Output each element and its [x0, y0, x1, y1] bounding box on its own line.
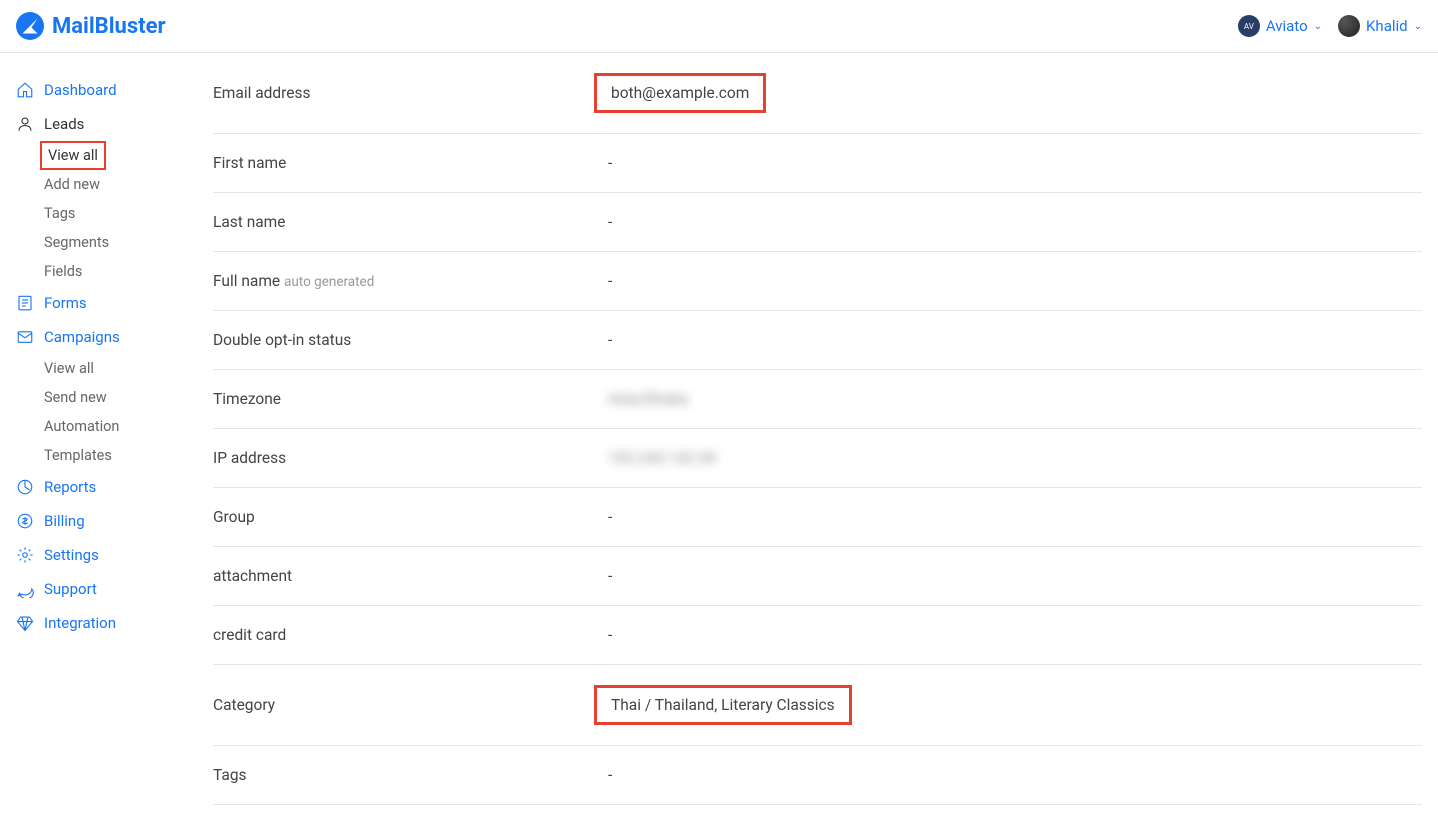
nav-dashboard[interactable]: Dashboard	[12, 73, 173, 107]
nav-settings[interactable]: Settings	[12, 538, 173, 572]
chart-icon	[16, 478, 34, 496]
label-last-name: Last name	[213, 213, 608, 231]
header-right: AV Aviato ⌄ Khalid ⌄	[1238, 15, 1422, 37]
envelope-icon	[16, 328, 34, 346]
label-credit-card: credit card	[213, 626, 608, 644]
sidebar-item-automation[interactable]: Automation	[40, 412, 173, 441]
row-first-name: First name -	[213, 134, 1422, 193]
org-avatar: AV	[1238, 15, 1260, 37]
campaigns-submenu: View all Send new Automation Templates	[12, 354, 173, 470]
nav-reports[interactable]: Reports	[12, 470, 173, 504]
org-name: Aviato	[1266, 17, 1308, 35]
value-last-name: -	[608, 213, 612, 231]
gear-icon	[16, 546, 34, 564]
nav-label: Dashboard	[44, 81, 117, 99]
nav-label: Billing	[44, 512, 85, 530]
chevron-down-icon: ⌄	[1414, 21, 1422, 32]
label-category: Category	[213, 696, 608, 714]
chevron-down-icon: ⌄	[1314, 21, 1322, 32]
nav-label: Leads	[44, 115, 84, 133]
nav-forms[interactable]: Forms	[12, 286, 173, 320]
label-double-opt-in: Double opt-in status	[213, 331, 608, 349]
row-timezone: Timezone Asia/Dhaka	[213, 370, 1422, 429]
value-timezone: Asia/Dhaka	[608, 390, 688, 408]
person-icon	[16, 115, 34, 133]
value-double-opt-in: -	[608, 331, 612, 349]
value-group: -	[608, 508, 612, 526]
brand-name: MailBluster	[52, 14, 166, 39]
nav-label: Settings	[44, 546, 99, 564]
label-email: Email address	[213, 84, 608, 102]
row-category: Category Thai / Thailand, Literary Class…	[213, 665, 1422, 746]
nav-billing[interactable]: Billing	[12, 504, 173, 538]
value-email: both@example.com	[608, 73, 766, 113]
sidebar-item-view-all[interactable]: View all	[40, 141, 106, 170]
lead-details: Email address both@example.com First nam…	[185, 53, 1438, 829]
form-icon	[16, 294, 34, 312]
label-attachment: attachment	[213, 567, 608, 585]
leads-submenu: View all Add new Tags Segments Fields	[12, 141, 173, 286]
label-first-name: First name	[213, 154, 608, 172]
nav-label: Forms	[44, 294, 87, 312]
nav-label: Campaigns	[44, 328, 120, 346]
value-ip: 103.244.142.54	[608, 449, 716, 467]
org-switcher[interactable]: AV Aviato ⌄	[1238, 15, 1322, 37]
row-credit-card: credit card -	[213, 606, 1422, 665]
nav-label: Integration	[44, 614, 116, 632]
row-last-name: Last name -	[213, 193, 1422, 252]
brand-logo[interactable]: MailBluster	[16, 12, 166, 40]
row-tags: Tags -	[213, 746, 1422, 805]
label-ip: IP address	[213, 449, 608, 467]
nav-campaigns[interactable]: Campaigns	[12, 320, 173, 354]
value-credit-card: -	[608, 626, 612, 644]
top-header: MailBluster AV Aviato ⌄ Khalid ⌄	[0, 0, 1438, 53]
label-timezone: Timezone	[213, 390, 608, 408]
diamond-icon	[16, 614, 34, 632]
row-full-name: Full name auto generated -	[213, 252, 1422, 311]
nav-label: Reports	[44, 478, 96, 496]
sidebar: Dashboard Leads View all Add new Tags Se…	[0, 53, 185, 829]
value-full-name: -	[608, 272, 612, 290]
user-avatar	[1338, 15, 1360, 37]
row-ip: IP address 103.244.142.54	[213, 429, 1422, 488]
value-tags: -	[608, 766, 612, 784]
category-highlight: Thai / Thailand, Literary Classics	[594, 685, 852, 725]
row-attachment: attachment -	[213, 547, 1422, 606]
row-email: Email address both@example.com	[213, 53, 1422, 134]
nav-leads[interactable]: Leads	[12, 107, 173, 141]
email-highlight: both@example.com	[594, 73, 766, 113]
dollar-icon	[16, 512, 34, 530]
sidebar-item-send-new[interactable]: Send new	[40, 383, 173, 412]
sidebar-item-templates[interactable]: Templates	[40, 441, 173, 470]
sidebar-item-segments[interactable]: Segments	[40, 228, 173, 257]
row-double-opt-in: Double opt-in status -	[213, 311, 1422, 370]
nav-integration[interactable]: Integration	[12, 606, 173, 640]
value-attachment: -	[608, 567, 612, 585]
value-category: Thai / Thailand, Literary Classics	[608, 685, 852, 725]
sidebar-item-add-new[interactable]: Add new	[40, 170, 173, 199]
sidebar-item-tags[interactable]: Tags	[40, 199, 173, 228]
sidebar-item-fields[interactable]: Fields	[40, 257, 173, 286]
sidebar-item-campaigns-view-all[interactable]: View all	[40, 354, 173, 383]
nav-support[interactable]: Support	[12, 572, 173, 606]
row-group: Group -	[213, 488, 1422, 547]
value-first-name: -	[608, 154, 612, 172]
label-tags: Tags	[213, 766, 608, 784]
label-group: Group	[213, 508, 608, 526]
user-name: Khalid	[1366, 17, 1408, 35]
user-switcher[interactable]: Khalid ⌄	[1338, 15, 1422, 37]
logo-icon	[16, 12, 44, 40]
label-full-name: Full name auto generated	[213, 272, 608, 290]
nav-label: Support	[44, 580, 97, 598]
chat-icon	[16, 580, 34, 598]
home-icon	[16, 81, 34, 99]
